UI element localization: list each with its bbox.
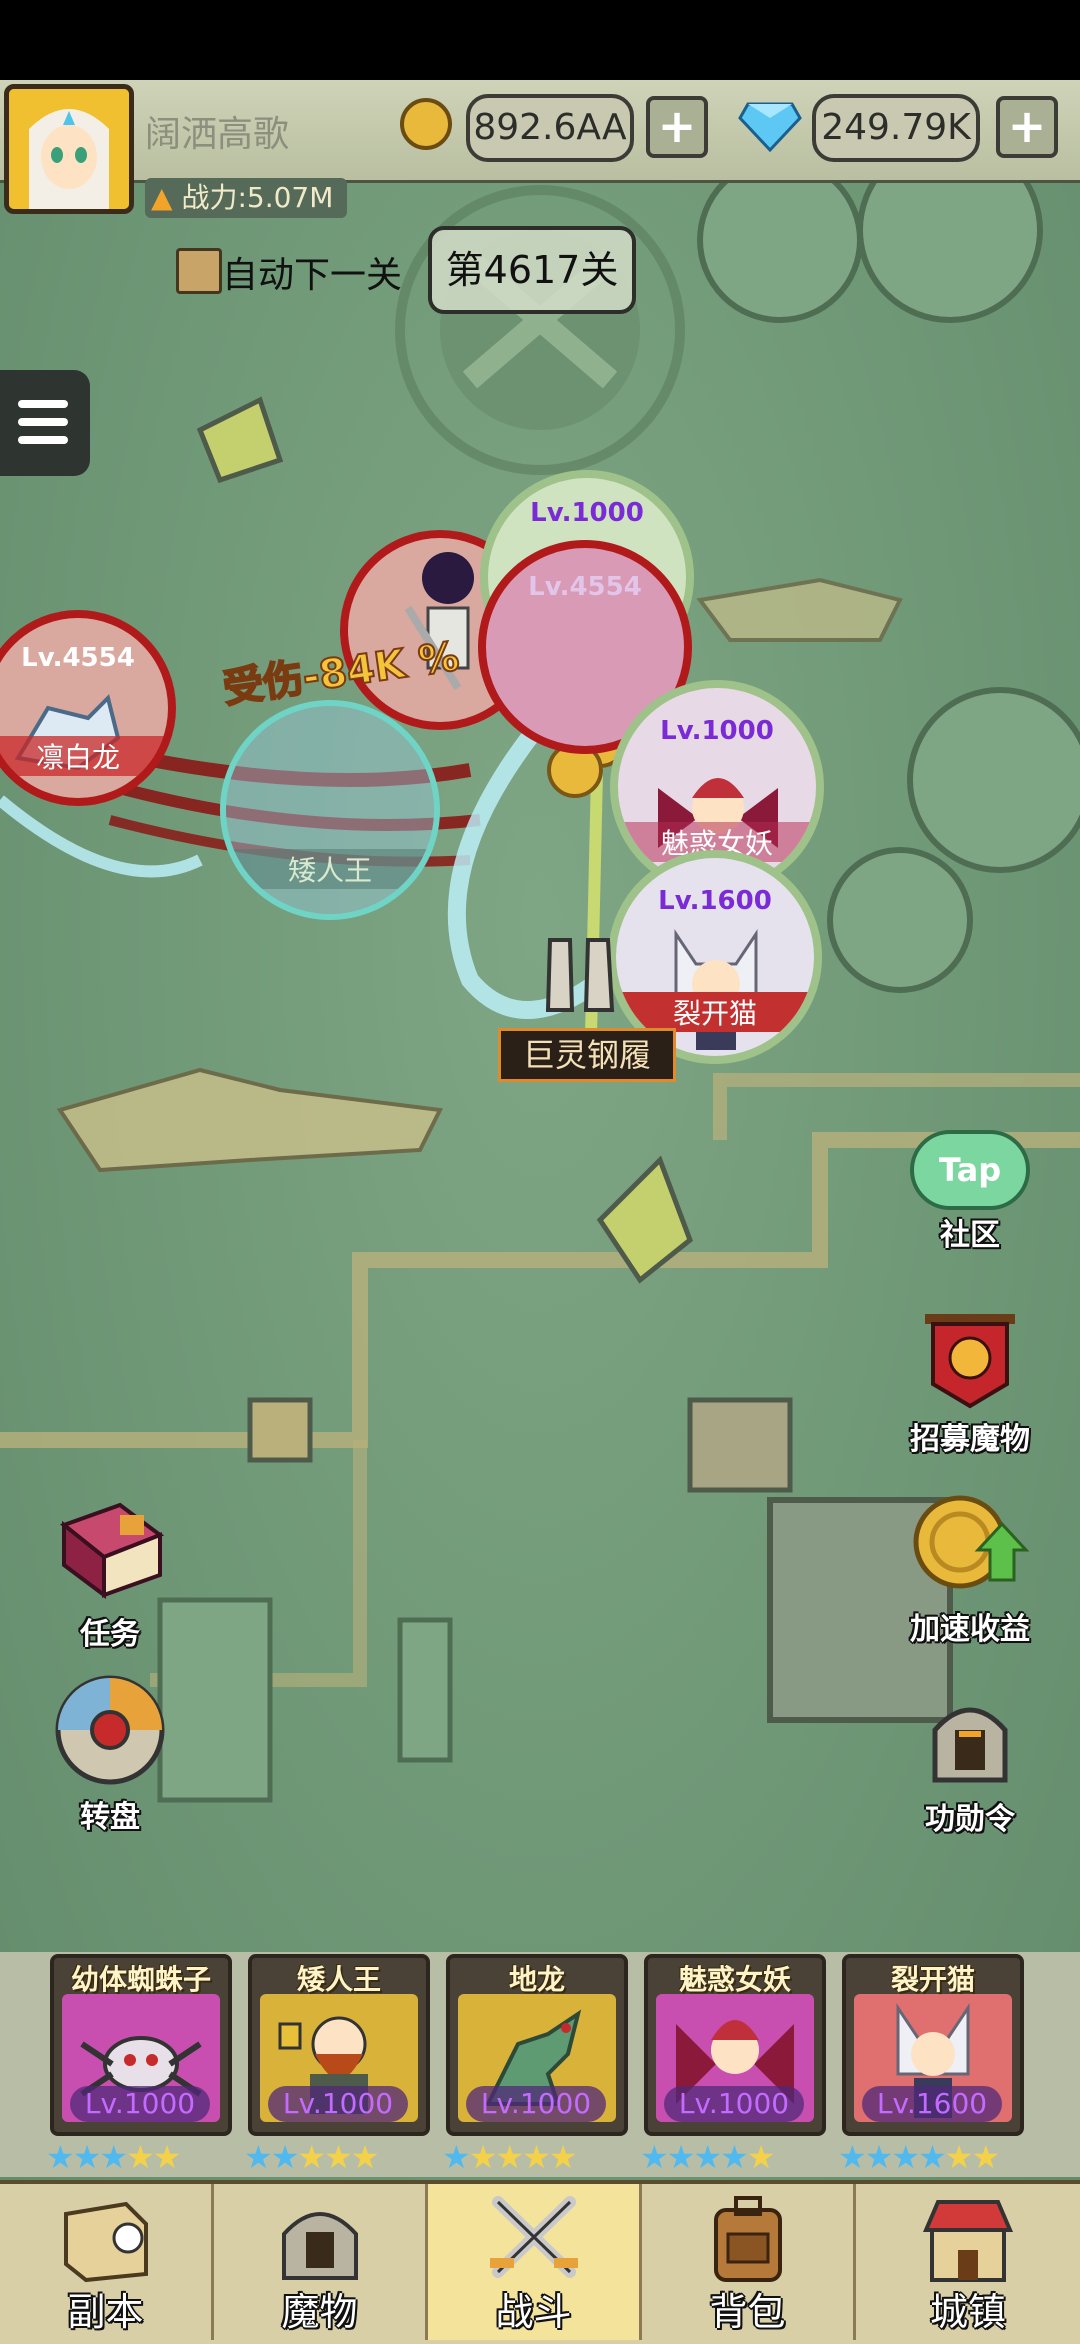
- team-slot-level: Lv.1000: [664, 2086, 804, 2122]
- quest-label: 任务: [80, 1617, 140, 1652]
- auto-next-label: 自动下一关: [222, 255, 403, 296]
- crossed-swords-icon: [484, 2194, 584, 2288]
- tab-label: 副本: [67, 2290, 144, 2334]
- iron-boots-icon: [540, 930, 620, 1034]
- player-name: 阔洒高歌: [145, 114, 290, 155]
- team-slot[interactable]: 地龙 Lv.1000: [446, 1954, 628, 2136]
- recruit-monster-label: 招募魔物: [910, 1422, 1030, 1457]
- add-gold-button[interactable]: +: [646, 96, 708, 158]
- community-label: 社区: [940, 1218, 1000, 1253]
- tab-monster[interactable]: 魔物: [214, 2184, 428, 2340]
- star-rating: ★★★★★: [442, 2138, 577, 2176]
- avatar-portrait-icon: [9, 89, 129, 209]
- auto-next-checkbox[interactable]: [176, 248, 222, 294]
- monster-helmet-icon: [270, 2194, 370, 2288]
- team-slot-name: 地龙: [508, 1963, 565, 1996]
- stage-number: 第4617关: [428, 226, 636, 314]
- star-rating: ★★★★★: [46, 2138, 181, 2176]
- enemy-name: 凛白龙: [0, 736, 168, 777]
- power-icon: ▲: [151, 181, 173, 214]
- tab-label: 城镇: [929, 2290, 1006, 2334]
- merit-order-label: 功勋令: [925, 1802, 1015, 1837]
- ally-name: 矮人王: [226, 849, 434, 890]
- merit-order-button[interactable]: 功勋令: [900, 1690, 1040, 1838]
- star-rating: ★★★★★: [640, 2138, 775, 2176]
- town-shop-icon: [918, 2194, 1018, 2288]
- quest-button[interactable]: 任务: [40, 1495, 180, 1653]
- ally-level: Lv.1600: [658, 885, 772, 916]
- gold-coin-icon: [400, 98, 452, 150]
- tab-town[interactable]: 城镇: [856, 2184, 1080, 2340]
- backpack-icon: [698, 2194, 798, 2288]
- team-slot[interactable]: 幼体蜘蛛子 Lv.1000: [50, 1954, 232, 2136]
- ally-name: 裂开猫: [616, 992, 814, 1033]
- item-drop-label: 巨灵钢履: [498, 1028, 676, 1082]
- combat-power: ▲ 战力:5.07M: [145, 178, 348, 218]
- tab-label: 战斗: [495, 2290, 572, 2334]
- tab-battle[interactable]: 战斗: [428, 2184, 642, 2340]
- team-slot[interactable]: 矮人王 Lv.1000: [248, 1954, 430, 2136]
- tab-dungeon[interactable]: 副本: [0, 2184, 214, 2340]
- player-avatar[interactable]: [4, 84, 134, 214]
- ally-level: Lv.4554: [528, 571, 642, 602]
- gold-amount: 892.6AA: [466, 94, 634, 162]
- recruit-monster-button[interactable]: 招募魔物: [890, 1310, 1050, 1458]
- spin-wheel-button[interactable]: 转盘: [40, 1672, 180, 1836]
- team-slot[interactable]: 魅惑女妖 Lv.1000: [644, 1954, 826, 2136]
- team-slot-name: 裂开猫: [890, 1963, 975, 1996]
- team-slot[interactable]: 裂开猫 Lv.1600: [842, 1954, 1024, 2136]
- team-slot-level: Lv.1000: [70, 2086, 210, 2122]
- speed-income-label: 加速收益: [910, 1612, 1030, 1647]
- diamond-amount: 249.79K: [812, 94, 980, 162]
- ally-level: Lv.1000: [660, 715, 774, 746]
- combat-power-value: 战力:5.07M: [181, 181, 334, 214]
- diamond-icon: [738, 100, 802, 156]
- map-scroll-icon: [56, 2194, 156, 2288]
- tab-label: 背包: [709, 2290, 786, 2334]
- speed-income-coin-icon: [890, 1490, 1050, 1604]
- status-bar: [0, 0, 1080, 80]
- quest-book-icon: [40, 1495, 180, 1609]
- spin-wheel-icon: [40, 1672, 180, 1792]
- spin-wheel-label: 转盘: [80, 1800, 140, 1835]
- add-diamond-button[interactable]: +: [996, 96, 1058, 158]
- ally-unit-dwarf[interactable]: 矮人王: [220, 700, 440, 920]
- recruit-banner-icon: [890, 1310, 1050, 1414]
- community-button[interactable]: Tap 社区: [900, 1130, 1040, 1254]
- helmet-icon: [900, 1690, 1040, 1794]
- star-rating: ★★★★★: [244, 2138, 379, 2176]
- team-slot-name: 矮人王: [296, 1963, 381, 1996]
- tab-label: 魔物: [281, 2290, 358, 2334]
- menu-button[interactable]: [0, 370, 90, 476]
- team-slot-level: Lv.1000: [466, 2086, 606, 2122]
- tap-cloud-icon: Tap: [910, 1130, 1030, 1210]
- team-slot-name: 魅惑女妖: [678, 1963, 791, 1996]
- star-rating: ★★★★★★: [838, 2138, 1000, 2176]
- speed-income-button[interactable]: 加速收益: [890, 1490, 1050, 1648]
- team-slot-level: Lv.1600: [862, 2086, 1002, 2122]
- team-slot-name: 幼体蜘蛛子: [70, 1963, 211, 1996]
- ally-level: Lv.1000: [530, 497, 644, 528]
- team-slot-level: Lv.1000: [268, 2086, 408, 2122]
- tab-backpack[interactable]: 背包: [642, 2184, 856, 2340]
